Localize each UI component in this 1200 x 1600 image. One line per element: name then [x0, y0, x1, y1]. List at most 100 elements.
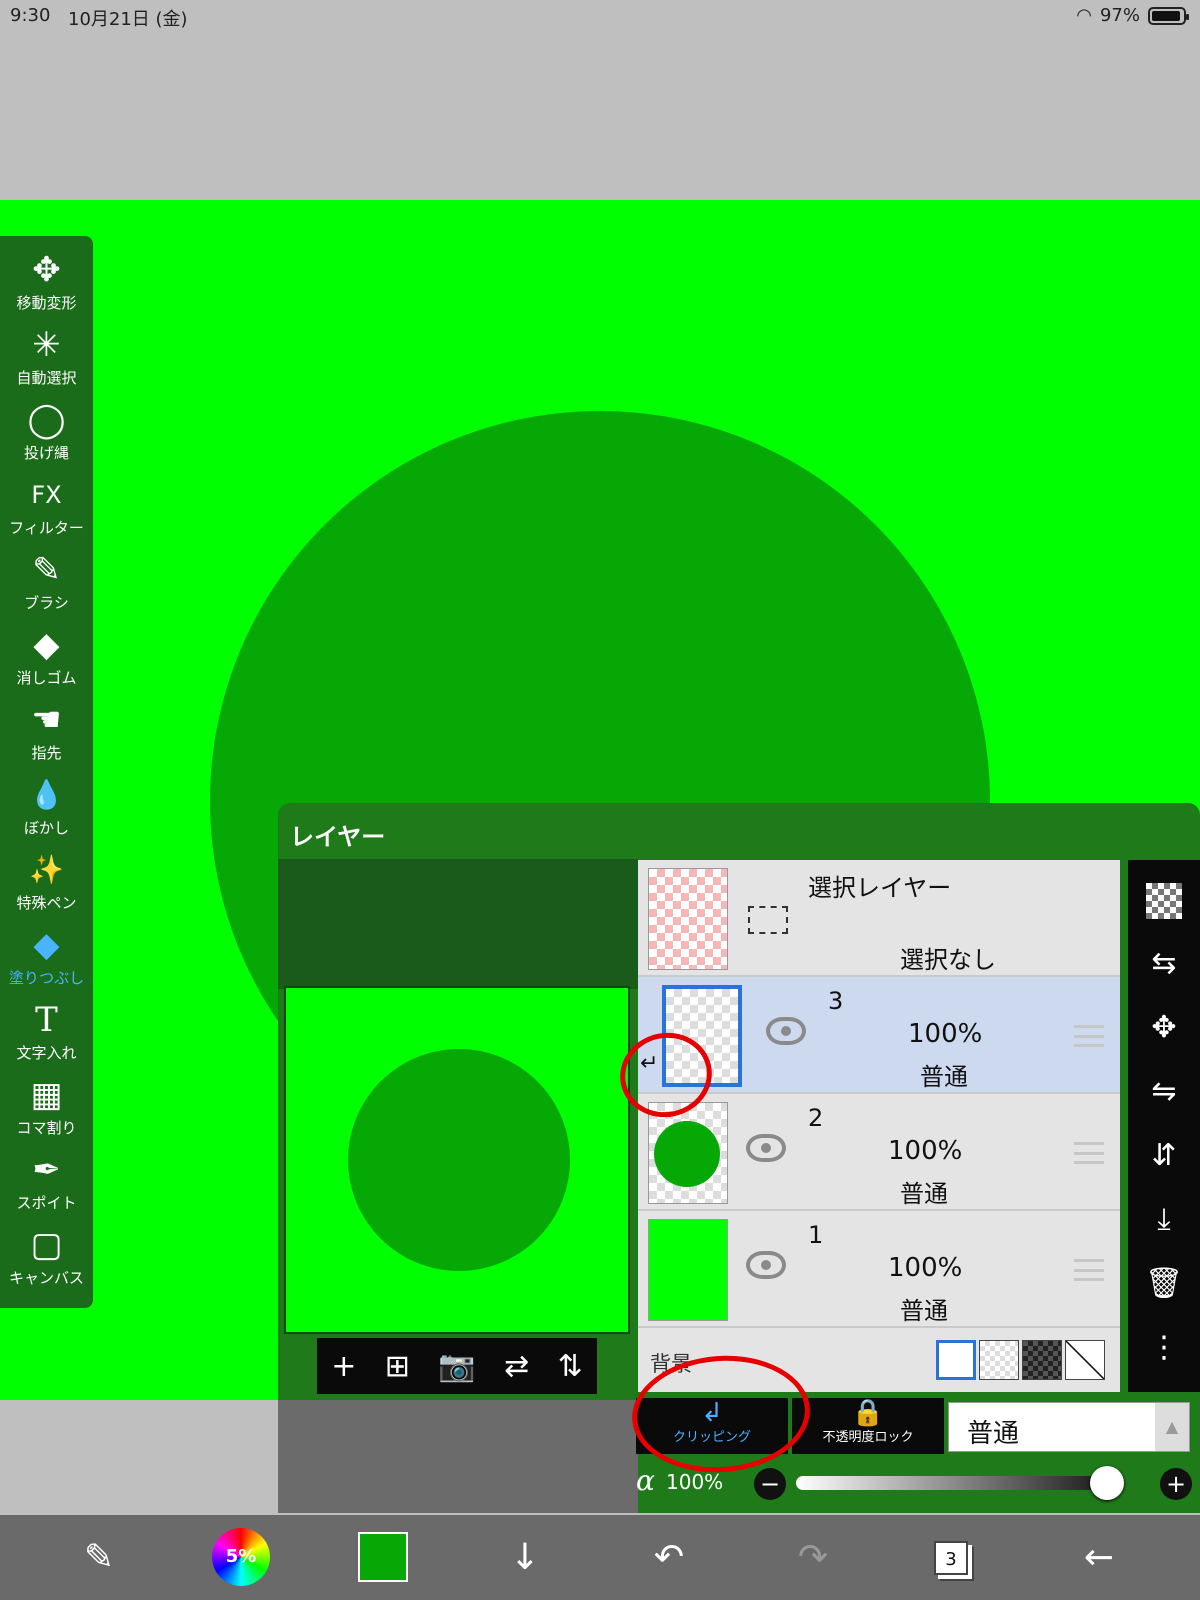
tool-label: 塗りつぶし	[8, 969, 85, 987]
tool-label: 特殊ペン	[16, 894, 77, 912]
layers-button[interactable]: 3	[916, 1525, 986, 1591]
preview-header	[278, 859, 638, 989]
tool-label: フィルター	[9, 519, 84, 537]
selection-layer-thumbnail	[648, 868, 728, 970]
battery-percent: 97%	[1099, 5, 1140, 26]
status-date: 10月21日 (金)	[68, 9, 188, 30]
eye-icon[interactable]	[746, 1134, 786, 1162]
tool-label: スポイト	[16, 1194, 77, 1212]
blend-mode-value: 普通	[967, 1419, 1020, 1449]
tool-brush[interactable]: ✎ ブラシ	[0, 546, 93, 621]
tool-finger[interactable]: ☚ 指先	[0, 696, 93, 771]
move-layer-icon[interactable]: ✥	[1128, 996, 1200, 1060]
layer-number: 2	[808, 1104, 824, 1132]
layer-opacity: 100%	[888, 1253, 963, 1283]
swap-layer-icon[interactable]: ⇆	[1128, 932, 1200, 996]
flip-layer-vertical-icon[interactable]: ⇵	[1128, 1124, 1200, 1188]
layer-blend-mode: 普通	[900, 1297, 948, 1325]
tool-move[interactable]: ✥ 移動変形	[0, 246, 93, 321]
tool-label: 移動変形	[16, 294, 77, 312]
layer-row-2[interactable]: 2 100% 普通	[638, 1094, 1120, 1211]
special-pen-icon: ✨	[29, 853, 64, 886]
preview-circle	[348, 1049, 570, 1271]
tool-eraser[interactable]: ◆ 消しゴム	[0, 621, 93, 696]
tool-blur[interactable]: 💧 ぼかし	[0, 771, 93, 846]
status-bar: 9:30 10月21日 (金) ◠ 97%	[0, 0, 1200, 34]
back-arrow-icon[interactable]: ←	[1064, 1525, 1134, 1591]
layer-number: 3	[828, 987, 844, 1015]
layer-side-toolbar: ⇆ ✥ ⇋ ⇵ ⤓ 🗑 ⋮	[1128, 860, 1200, 1392]
magic-wand-icon: ✳	[32, 325, 61, 365]
blend-mode-select[interactable]: 普通 ▲	[948, 1402, 1190, 1452]
redo-icon[interactable]: ↷	[778, 1525, 848, 1591]
bg-dark-checker-swatch[interactable]	[1022, 1340, 1062, 1380]
panel-dim-area	[278, 1400, 638, 1513]
tool-label: コマ割り	[16, 1119, 77, 1137]
flip-layer-horizontal-icon[interactable]: ⇋	[1128, 1060, 1200, 1124]
flip-horizontal-icon[interactable]: ⇄	[504, 1349, 529, 1384]
finger-icon: ☚	[31, 700, 62, 740]
drag-handle-icon[interactable]	[1074, 1025, 1104, 1047]
tool-fill[interactable]: ◆ 塗りつぶし	[0, 921, 93, 996]
opacity-slider-knob[interactable]	[1090, 1466, 1124, 1500]
add-copy-layer-icon[interactable]: ⊞	[385, 1349, 410, 1384]
tool-label: キャンバス	[8, 1269, 84, 1287]
camera-icon[interactable]: 📷	[438, 1349, 475, 1384]
current-color-swatch[interactable]	[358, 1532, 408, 1582]
layer-thumbnail	[648, 1102, 728, 1204]
opacity-increase-button[interactable]: +	[1160, 1468, 1192, 1500]
tool-special-pen[interactable]: ✨ 特殊ペン	[0, 846, 93, 921]
tool-frame-divide[interactable]: ▦ コマ割り	[0, 1071, 93, 1146]
text-icon: T	[35, 1000, 58, 1040]
tool-label: 投げ縄	[23, 444, 69, 462]
download-arrow-icon[interactable]: ↓	[490, 1525, 560, 1591]
undo-icon[interactable]: ↶	[634, 1525, 704, 1591]
tool-auto-select[interactable]: ✳ 自動選択	[0, 321, 93, 396]
tool-lasso[interactable]: ◯ 投げ縄	[0, 396, 93, 471]
bottom-toolbar: ✎ 5% ↓ ↶ ↷ 3 ←	[0, 1515, 1200, 1600]
selection-layer-row[interactable]: 選択レイヤー 選択なし	[638, 860, 1120, 977]
brush-icon: ✎	[32, 550, 61, 590]
thumbnail-circle	[654, 1121, 720, 1187]
eye-icon[interactable]	[746, 1251, 786, 1279]
bg-white-swatch[interactable]	[936, 1340, 976, 1380]
preview-toolbar: + ⊞ 📷 ⇄ ⇅	[317, 1338, 597, 1394]
layer-opacity: 100%	[908, 1019, 983, 1049]
tool-eyedropper[interactable]: ✒ スポイト	[0, 1146, 93, 1221]
layer-row-1[interactable]: 1 100% 普通	[638, 1211, 1120, 1328]
tool-sidebar: ✥ 移動変形 ✳ 自動選択 ◯ 投げ縄 FX フィルター ✎ ブラシ ◆ 消しゴム ☚ 指先 …	[0, 236, 93, 1308]
layer-list: 選択レイヤー 選択なし 3 100% 普通 2 100% 普通 1 100% 普…	[638, 860, 1120, 1392]
flip-vertical-icon[interactable]: ⇅	[558, 1349, 583, 1384]
transparency-checker-icon[interactable]	[1128, 868, 1200, 932]
alpha-lock-button[interactable]: 🔒 不透明度ロック	[792, 1398, 944, 1454]
opacity-slider[interactable]	[796, 1466, 1124, 1500]
add-layer-icon[interactable]: +	[331, 1349, 356, 1384]
merge-down-icon[interactable]: ⤓	[1128, 1188, 1200, 1252]
tool-filter[interactable]: FX フィルター	[0, 471, 93, 546]
tool-label: 自動選択	[16, 369, 77, 387]
status-right: ◠ 97%	[1076, 5, 1189, 26]
eye-icon[interactable]	[766, 1017, 806, 1045]
selection-layer-title: 選択レイヤー	[808, 874, 952, 902]
bg-light-checker-swatch[interactable]	[979, 1340, 1019, 1380]
lasso-icon: ◯	[27, 400, 66, 440]
blur-drop-icon: 💧	[29, 778, 64, 811]
layer-count: 3	[934, 1541, 968, 1575]
opacity-decrease-button[interactable]: −	[754, 1468, 786, 1500]
tool-label: 文字入れ	[16, 1044, 77, 1062]
tool-canvas[interactable]: ▢ キャンバス	[0, 1221, 93, 1296]
tool-text[interactable]: T 文字入れ	[0, 996, 93, 1071]
fx-icon: FX	[31, 481, 62, 509]
more-options-icon[interactable]: ⋮	[1128, 1316, 1200, 1380]
bg-none-swatch[interactable]	[1065, 1340, 1105, 1380]
drag-handle-icon[interactable]	[1074, 1259, 1104, 1281]
dropdown-arrow-icon: ▲	[1155, 1403, 1189, 1451]
drag-handle-icon[interactable]	[1074, 1142, 1104, 1164]
layer-opacity: 100%	[888, 1136, 963, 1166]
alpha-symbol: α	[636, 1464, 655, 1497]
move-icon: ✥	[32, 250, 61, 290]
color-wheel-button[interactable]: 5%	[212, 1528, 270, 1586]
trash-icon[interactable]: 🗑	[1128, 1252, 1200, 1316]
layer-preview	[284, 986, 630, 1334]
brush-eraser-toggle-icon[interactable]: ✎	[64, 1525, 134, 1591]
